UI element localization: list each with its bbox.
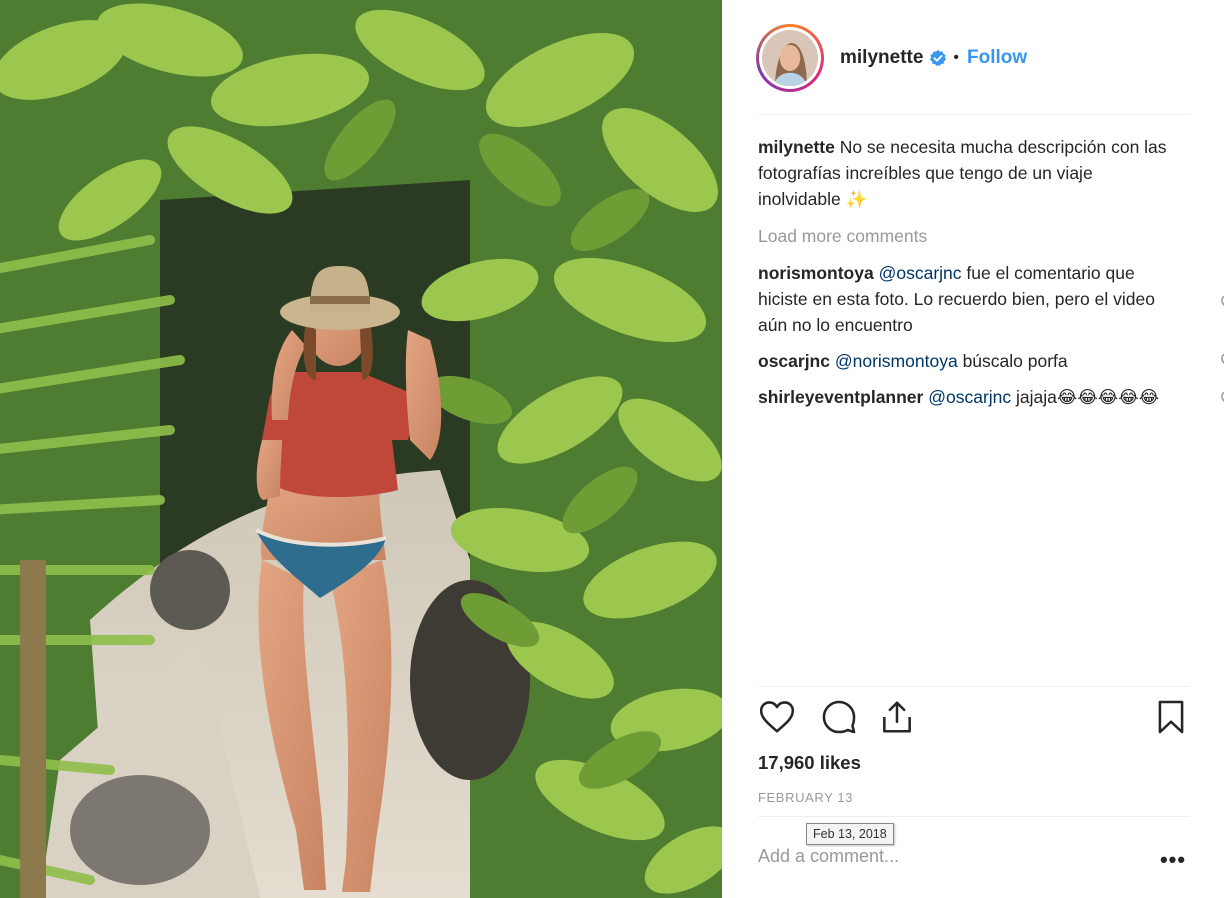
comment-mention[interactable]: @oscarjnc [879,263,962,283]
add-comment-input[interactable] [758,846,1118,867]
post-actions-bar [756,696,1192,742]
comment-item: shirleyeventplanner @oscarjnc jajaja😂😂😂😂… [758,384,1224,410]
header-divider [758,114,1190,115]
add-comment-divider [758,816,1190,817]
avatar[interactable] [756,24,824,92]
bookmark-icon [1158,700,1184,734]
caption-author[interactable]: milynette [758,137,835,157]
comment-author[interactable]: oscarjnc [758,351,830,371]
post-date[interactable]: FEBRUARY 13 [758,790,853,805]
comment-like-heart-icon[interactable] [1220,390,1224,408]
beach-photo-illustration [0,0,722,898]
post-header: milynette • Follow [722,0,1224,116]
comment-item: norismontoya @oscarjnc fue el comentario… [758,260,1224,338]
follow-button[interactable]: Follow [967,47,1027,69]
comment-author[interactable]: norismontoya [758,263,874,283]
date-tooltip: Feb 13, 2018 [806,823,894,845]
like-button[interactable] [756,696,798,738]
share-upload-icon [883,701,911,733]
heart-icon [759,701,795,733]
comment-like-heart-icon[interactable] [1220,294,1224,312]
avatar-image [762,30,818,86]
comments-section: milynette No se necesita mucha descripci… [758,134,1224,410]
comment-text: jajaja😂😂😂😂😂 [1016,387,1160,407]
verified-badge-icon [930,49,947,66]
comment-bubble-icon [822,700,856,734]
post-side-panel: milynette • Follow milynette No se neces… [722,0,1224,898]
separator-dot: • [953,49,960,66]
comment-author[interactable]: shirleyeventplanner [758,387,923,407]
actions-divider [758,686,1190,687]
load-more-comments-button[interactable]: Load more comments [758,224,1178,248]
sparkles-emoji: ✨ [845,189,868,209]
post-caption: milynette No se necesita mucha descripci… [758,134,1178,212]
comment-item: oscarjnc @norismontoya búscalo porfa [758,348,1224,374]
instagram-post: milynette • Follow milynette No se neces… [0,0,1224,898]
comment-mention[interactable]: @norismontoya [835,351,958,371]
comment-button[interactable] [818,696,860,738]
post-photo[interactable] [0,0,722,898]
share-button[interactable] [876,696,918,738]
comment-text: búscalo porfa [962,351,1068,371]
header-username[interactable]: milynette [840,47,923,69]
avatar-portrait-icon [762,30,818,86]
comment-mention[interactable]: @oscarjnc [928,387,1011,407]
more-options-button[interactable]: ••• [1156,847,1190,872]
save-button[interactable] [1150,696,1192,738]
likes-count[interactable]: 17,960 likes [758,752,861,774]
comment-like-heart-icon[interactable] [1220,352,1224,370]
